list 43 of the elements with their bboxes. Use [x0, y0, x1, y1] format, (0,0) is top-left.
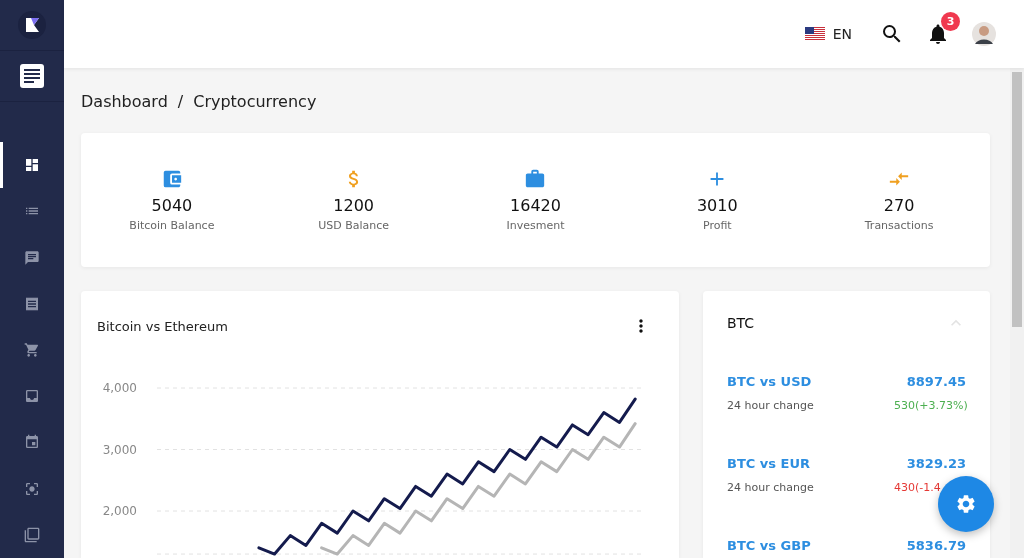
- stat-label: Transactions: [864, 219, 934, 232]
- change-caption: 24 hour change: [727, 399, 815, 412]
- cart-icon: [24, 342, 40, 359]
- stat-value: 3010: [696, 196, 738, 215]
- receipt-icon: [24, 295, 40, 312]
- change-value: 530(+3.73%): [894, 399, 966, 412]
- y-tick-label: 2,000: [102, 504, 137, 518]
- flag-icon: [804, 27, 825, 41]
- language-label[interactable]: EN: [832, 26, 852, 42]
- pair-price: 3829.23: [905, 456, 966, 471]
- y-tick-label: 4,000: [102, 381, 137, 395]
- inbox-icon: [24, 388, 40, 405]
- change-caption: 24 hour change: [727, 481, 815, 494]
- briefcase-icon: [524, 168, 547, 190]
- dashboard-icon: [24, 157, 40, 174]
- settings-icon: [955, 493, 977, 515]
- stat-label: Invesment: [506, 219, 565, 232]
- notification-badge: 3: [941, 12, 960, 31]
- pair-name: BTC vs EUR: [727, 456, 812, 471]
- copy-icon: [24, 526, 40, 543]
- pair-price: 8897.45: [905, 374, 966, 389]
- pair-price: 5836.79: [905, 538, 966, 553]
- scrollbar[interactable]: [1010, 68, 1024, 558]
- stat-value: 270: [883, 196, 915, 215]
- calendar-icon: [24, 434, 40, 451]
- pair-name: BTC vs GBP: [727, 538, 812, 553]
- focus-icon: [24, 480, 40, 497]
- stat-value: 1200: [333, 196, 375, 215]
- breadcrumb-item[interactable]: Cryptocurrency: [193, 92, 317, 111]
- avatar[interactable]: [972, 22, 996, 46]
- logo-icon[interactable]: [18, 11, 46, 40]
- breadcrumb-separator: /: [177, 92, 184, 111]
- stat-label: Bitcoin Balance: [129, 219, 215, 232]
- change-value: 430(-1.4: [894, 481, 942, 494]
- pair-name: BTC vs USD: [727, 374, 813, 389]
- breadcrumb-item[interactable]: Dashboard: [81, 92, 168, 111]
- stat-value: 5040: [151, 196, 193, 215]
- card-title: BTC: [727, 315, 755, 331]
- stat-label: USD Balance: [318, 219, 390, 232]
- stat-label: Profit: [702, 219, 732, 232]
- stat-value: 16420: [510, 196, 561, 215]
- y-tick-label: 3,000: [102, 442, 137, 457]
- chart-title: Bitcoin vs Ethereum: [97, 318, 228, 334]
